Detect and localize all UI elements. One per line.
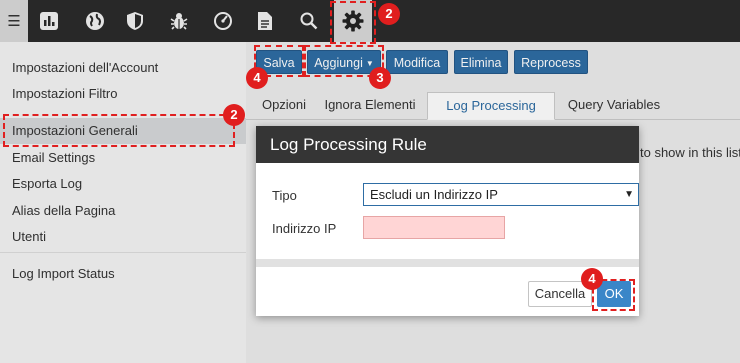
ip-address-input[interactable]: [363, 216, 505, 239]
step-badge-ok: 4: [581, 268, 603, 290]
gear-highlight: [330, 1, 376, 44]
step-badge-save: 4: [246, 67, 268, 89]
dialog-divider-strip: [256, 259, 639, 267]
log-processing-rule-dialog: Log Processing Rule Tipo Escludi un Indi…: [256, 126, 639, 316]
chevron-down-icon: ▼: [624, 189, 634, 200]
type-select-value: Escludi un Indirizzo IP: [370, 187, 498, 202]
step-badge-add: 3: [369, 67, 391, 89]
dialog-title: Log Processing Rule: [256, 126, 639, 163]
type-label: Tipo: [272, 188, 297, 203]
step-badge-sidebar: 2: [223, 104, 245, 126]
sidebar-highlight: [3, 114, 235, 147]
type-select[interactable]: Escludi un Indirizzo IP ▼: [363, 183, 639, 206]
ip-address-label: Indirizzo IP: [272, 221, 337, 236]
step-badge-gear: 2: [378, 3, 400, 25]
